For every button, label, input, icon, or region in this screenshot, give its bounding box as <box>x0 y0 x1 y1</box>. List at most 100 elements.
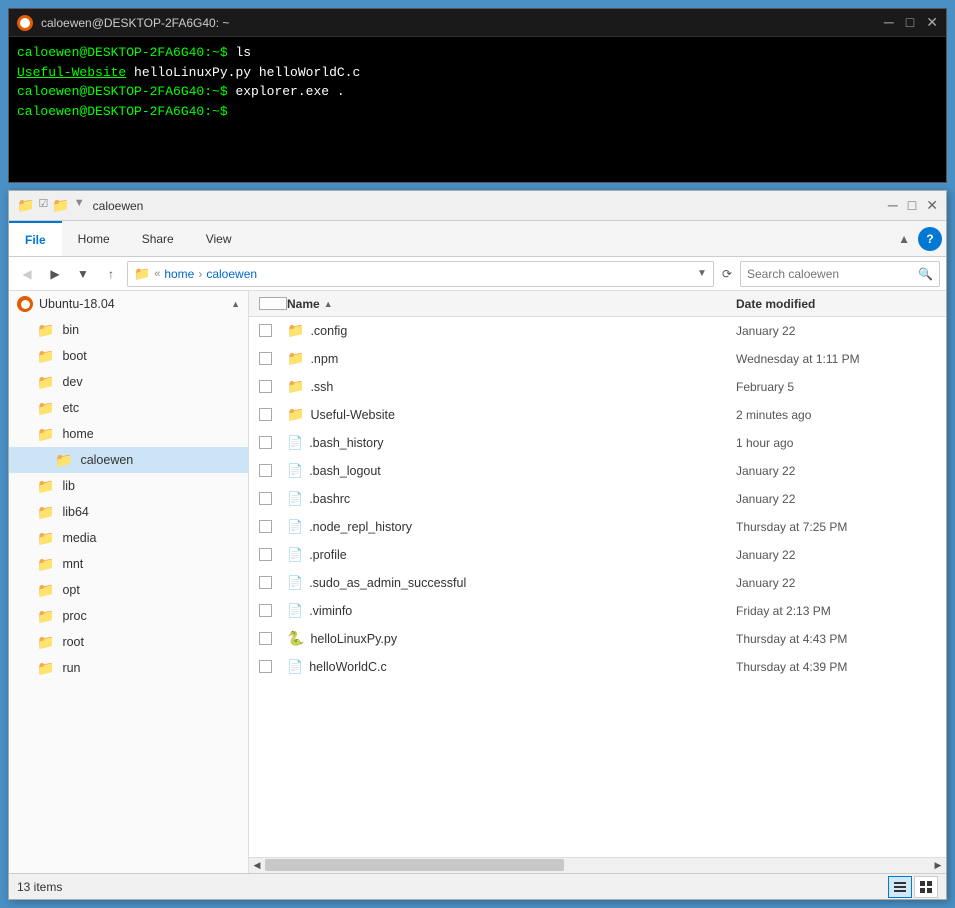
sidebar-item-etc[interactable]: 📁 etc <box>9 395 248 421</box>
file-row-npm[interactable]: 📁 .npm Wednesday at 1:11 PM <box>249 345 946 373</box>
checkbox-config[interactable] <box>259 324 272 337</box>
details-view-button[interactable] <box>888 876 912 898</box>
sidebar-item-mnt[interactable]: 📁 mnt <box>9 551 248 577</box>
sidebar-item-boot[interactable]: 📁 boot <box>9 343 248 369</box>
sidebar-item-bin[interactable]: 📁 bin <box>9 317 248 343</box>
up-button[interactable]: ↑ <box>99 262 123 286</box>
file-row-config[interactable]: 📁 .config January 22 <box>249 317 946 345</box>
terminal-body: caloewen@DESKTOP-2FA6G40:~$ ls Useful-We… <box>9 37 946 127</box>
file-name-bashrc: 📄 .bashrc <box>287 491 736 507</box>
file-label-bash-history: .bash_history <box>309 436 383 450</box>
address-bar[interactable]: 📁 « home › caloewen ▼ <box>127 261 714 287</box>
address-separator: › <box>198 267 202 281</box>
titlebar-folder-icon: 📁 <box>17 197 34 214</box>
sidebar-item-lib[interactable]: 📁 lib <box>9 473 248 499</box>
sidebar-label-etc: etc <box>62 401 79 415</box>
checkbox-useful-website[interactable] <box>259 408 272 421</box>
doc-icon-hello-c: 📄 <box>287 659 303 675</box>
checkbox-hello-py[interactable] <box>259 632 272 645</box>
sidebar-item-dev[interactable]: 📁 dev <box>9 369 248 395</box>
recent-button[interactable]: ▼ <box>71 262 95 286</box>
file-row-ssh[interactable]: 📁 .ssh February 5 <box>249 373 946 401</box>
explorer-maximize-button[interactable]: □ <box>908 197 916 214</box>
checkbox-bashrc[interactable] <box>259 492 272 505</box>
forward-button[interactable]: ▶ <box>43 262 67 286</box>
search-input[interactable] <box>747 267 918 281</box>
ribbon-tab-view[interactable]: View <box>190 221 248 256</box>
sidebar-item-home[interactable]: 📁 home <box>9 421 248 447</box>
ribbon-tab-home[interactable]: Home <box>62 221 126 256</box>
sidebar-item-ubuntu[interactable]: Ubuntu-18.04 ▲ <box>9 291 248 317</box>
sidebar-item-proc[interactable]: 📁 proc <box>9 603 248 629</box>
ribbon-expand-button[interactable]: ▲ <box>890 232 918 246</box>
thumbnail-view-icon <box>919 880 933 894</box>
sidebar-item-root[interactable]: 📁 root <box>9 629 248 655</box>
refresh-button[interactable]: ⟳ <box>718 267 736 281</box>
file-name-hello-py: 🐍 helloLinuxPy.py <box>287 630 736 647</box>
terminal-minimize-button[interactable]: ─ <box>884 14 894 31</box>
terminal-window: caloewen@DESKTOP-2FA6G40: ~ ─ □ ✕ caloew… <box>8 8 947 183</box>
checkbox-bash-logout[interactable] <box>259 464 272 477</box>
titlebar-arrow-icon: ▼ <box>74 197 85 214</box>
file-row-useful-website[interactable]: 📁 Useful-Website 2 minutes ago <box>249 401 946 429</box>
file-row-hello-py[interactable]: 🐍 helloLinuxPy.py Thursday at 4:43 PM <box>249 625 946 653</box>
file-row-hello-c[interactable]: 📄 helloWorldC.c Thursday at 4:39 PM <box>249 653 946 681</box>
file-label-config: .config <box>310 324 347 338</box>
scroll-track[interactable] <box>265 858 930 873</box>
checkbox-hello-c[interactable] <box>259 660 272 673</box>
file-row-bashrc[interactable]: 📄 .bashrc January 22 <box>249 485 946 513</box>
terminal-close-button[interactable]: ✕ <box>926 14 938 31</box>
file-label-bashrc: .bashrc <box>309 492 350 506</box>
explorer-minimize-button[interactable]: ─ <box>888 197 898 214</box>
ribbon-tab-share[interactable]: Share <box>126 221 190 256</box>
sidebar-label-proc: proc <box>62 609 86 623</box>
terminal-prompt-3: caloewen@DESKTOP-2FA6G40:~$ <box>17 104 228 119</box>
search-bar: 🔍 <box>740 261 940 287</box>
file-row-bash-logout[interactable]: 📄 .bash_logout January 22 <box>249 457 946 485</box>
sidebar-item-opt[interactable]: 📁 opt <box>9 577 248 603</box>
column-name[interactable]: Name ▲ <box>287 297 736 311</box>
file-row-profile[interactable]: 📄 .profile January 22 <box>249 541 946 569</box>
scroll-left-button[interactable]: ◀ <box>249 858 265 874</box>
search-icon[interactable]: 🔍 <box>918 267 933 281</box>
column-name-label: Name <box>287 297 320 311</box>
back-button[interactable]: ◀ <box>15 262 39 286</box>
ribbon-help-button[interactable]: ? <box>918 227 942 251</box>
sidebar-item-lib64[interactable]: 📁 lib64 <box>9 499 248 525</box>
file-row-sudo-admin[interactable]: 📄 .sudo_as_admin_successful January 22 <box>249 569 946 597</box>
checkbox-ssh[interactable] <box>259 380 272 393</box>
file-name-bash-logout: 📄 .bash_logout <box>287 463 736 479</box>
scroll-thumb[interactable] <box>265 859 564 871</box>
checkbox-node-repl[interactable] <box>259 520 272 533</box>
sidebar-folder-icon-mnt: 📁 <box>37 556 54 573</box>
file-row-bash-history[interactable]: 📄 .bash_history 1 hour ago <box>249 429 946 457</box>
sidebar-item-media[interactable]: 📁 media <box>9 525 248 551</box>
ribbon-tab-file[interactable]: File <box>9 221 62 256</box>
checkbox-profile[interactable] <box>259 548 272 561</box>
file-row-viminfo[interactable]: 📄 .viminfo Friday at 2:13 PM <box>249 597 946 625</box>
sidebar-label-root: root <box>62 635 84 649</box>
file-list-container: Name ▲ Date modified 📁 .config January 2… <box>249 291 946 873</box>
terminal-maximize-button[interactable]: □ <box>906 14 914 31</box>
scroll-right-button[interactable]: ▶ <box>930 858 946 874</box>
address-dropdown-button[interactable]: ▼ <box>697 268 707 279</box>
checkbox-sudo-admin[interactable] <box>259 576 272 589</box>
sidebar-folder-icon-root: 📁 <box>37 634 54 651</box>
sidebar-item-caloewen[interactable]: 📁 caloewen <box>9 447 248 473</box>
thumbnail-view-button[interactable] <box>914 876 938 898</box>
sidebar-folder-icon-media: 📁 <box>37 530 54 547</box>
horizontal-scrollbar[interactable]: ◀ ▶ <box>249 857 946 873</box>
file-label-hello-c: helloWorldC.c <box>309 660 387 674</box>
column-date[interactable]: Date modified <box>736 297 936 311</box>
checkbox-viminfo[interactable] <box>259 604 272 617</box>
checkbox-npm[interactable] <box>259 352 272 365</box>
address-caloewen-part[interactable]: caloewen <box>206 267 257 281</box>
file-row-node-repl[interactable]: 📄 .node_repl_history Thursday at 7:25 PM <box>249 513 946 541</box>
sidebar-folder-icon-run: 📁 <box>37 660 54 677</box>
checkbox-bash-history[interactable] <box>259 436 272 449</box>
select-all-checkbox[interactable] <box>259 297 287 310</box>
file-date-hello-c: Thursday at 4:39 PM <box>736 660 936 674</box>
address-home-part[interactable]: home <box>164 267 194 281</box>
sidebar-item-run[interactable]: 📁 run <box>9 655 248 681</box>
explorer-close-button[interactable]: ✕ <box>926 197 938 214</box>
